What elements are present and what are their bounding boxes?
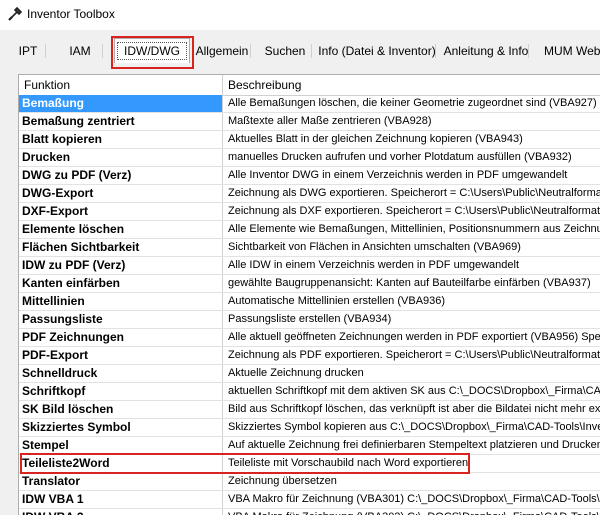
table-row[interactable]: Teileliste2Word Teileliste mit Vorschaubi… [19, 455, 600, 473]
function-grid: Funktion Beschreibung Bemaßung Alle Bemaß… [18, 74, 600, 515]
function-description-cell[interactable]: Alle Inventor DWG in einem Verzeichnis w… [223, 167, 600, 184]
function-name-cell[interactable]: Bemaßung [19, 95, 223, 112]
tab-idw-dwg[interactable]: IDW/DWG [114, 38, 190, 63]
function-name-cell[interactable]: Mittellinien [19, 293, 223, 310]
table-row[interactable]: IDW VBA 1 VBA Makro für Zeichnung (VBA301… [19, 491, 600, 509]
table-row[interactable]: Schnelldruck Aktuelle Zeichnung drucken [19, 365, 600, 383]
function-name-cell[interactable]: Stempel [19, 437, 223, 454]
function-description-cell[interactable]: Zeichnung als DWG exportieren. Speichero… [223, 185, 600, 202]
table-row[interactable]: DXF-Export Zeichnung als DXF exportieren.… [19, 203, 600, 221]
column-header-beschreibung[interactable]: Beschreibung [223, 75, 600, 95]
tab-anleitung[interactable]: Anleitung & Info [443, 41, 529, 61]
toolbox-icon [8, 7, 22, 21]
function-description-cell[interactable]: Maßtexte aller Maße zentrieren (VBA928) [223, 113, 600, 130]
function-description-cell[interactable]: Zeichnung als DXF exportieren. Speichero… [223, 203, 600, 220]
function-description-cell[interactable]: Alle Elemente wie Bemaßungen, Mittellini… [223, 221, 600, 238]
table-row[interactable]: SK Bild löschen Bild aus Schriftkopf lösc… [19, 401, 600, 419]
function-description-cell[interactable]: Automatische Mittellinien erstellen (VBA… [223, 293, 600, 310]
function-name-cell[interactable]: Flächen Sichtbarkeit [19, 239, 223, 256]
table-row[interactable]: Blatt kopieren Aktuelles Blatt in der gle… [19, 131, 600, 149]
table-row[interactable]: Schriftkopf aktuellen Schriftkopf mit dem… [19, 383, 600, 401]
table-row[interactable]: Bemaßung zentriert Maßtexte aller Maße ze… [19, 113, 600, 131]
table-row[interactable]: Elemente löschen Alle Elemente wie Bemaßu… [19, 221, 600, 239]
function-name-cell[interactable]: IDW VBA 2 [19, 509, 223, 515]
function-description-cell[interactable]: Zeichnung übersetzen [223, 473, 600, 490]
function-name-cell[interactable]: Passungsliste [19, 311, 223, 328]
function-name-cell[interactable]: PDF-Export [19, 347, 223, 364]
function-name-cell[interactable]: Teileliste2Word [19, 455, 223, 472]
table-row[interactable]: Passungsliste Passungsliste erstellen (VB… [19, 311, 600, 329]
grid-header: Funktion Beschreibung [19, 75, 600, 96]
function-name-cell[interactable]: PDF Zeichnungen [19, 329, 223, 346]
function-description-cell[interactable]: Alle IDW in einem Verzeichnis werden in … [223, 257, 600, 274]
function-name-cell[interactable]: Schriftkopf [19, 383, 223, 400]
window-title: Inventor Toolbox [27, 7, 115, 21]
function-name-cell[interactable]: SK Bild löschen [19, 401, 223, 418]
function-name-cell[interactable]: Bemaßung zentriert [19, 113, 223, 130]
function-description-cell[interactable]: Alle aktuell geöffneten Zeichnungen werd… [223, 329, 600, 346]
function-description-cell[interactable]: gewählte Baugruppenansicht: Kanten auf B… [223, 275, 600, 292]
table-row[interactable]: Flächen Sichtbarkeit Sichtbarkeit von Flä… [19, 239, 600, 257]
table-row[interactable]: Bemaßung Alle Bemaßungen löschen, die kei… [19, 95, 600, 113]
function-name-cell[interactable]: DWG zu PDF (Verz) [19, 167, 223, 184]
tab-suchen[interactable]: Suchen [258, 41, 312, 61]
tab-iam[interactable]: IAM [57, 41, 103, 61]
function-description-cell[interactable]: VBA Makro für Zeichnung (VBA301) C:\_DOC… [223, 491, 600, 508]
table-row[interactable]: DWG zu PDF (Verz) Alle Inventor DWG in ei… [19, 167, 600, 185]
column-header-funktion[interactable]: Funktion [19, 75, 223, 95]
function-name-cell[interactable]: DXF-Export [19, 203, 223, 220]
tab-info[interactable]: Info (Datei & Inventor) [318, 41, 436, 61]
function-description-cell[interactable]: Aktuelle Zeichnung drucken [223, 365, 600, 382]
function-name-cell[interactable]: Elemente löschen [19, 221, 223, 238]
table-row[interactable]: Stempel Auf aktuelle Zeichnung frei defin… [19, 437, 600, 455]
table-row[interactable]: Skizziertes Symbol Skizziertes Symbol kop… [19, 419, 600, 437]
table-row[interactable]: PDF Zeichnungen Alle aktuell geöffneten Z… [19, 329, 600, 347]
function-description-cell[interactable]: Passungsliste erstellen (VBA934) [223, 311, 600, 328]
function-description-cell[interactable]: Bild aus Schriftkopf löschen, das verknü… [223, 401, 600, 418]
tab-allgemein[interactable]: Allgemein [193, 41, 251, 61]
function-description-cell[interactable]: Aktuelles Blatt in der gleichen Zeichnun… [223, 131, 600, 148]
function-name-cell[interactable]: Kanten einfärben [19, 275, 223, 292]
tab-ipt[interactable]: IPT [10, 41, 46, 61]
function-name-cell[interactable]: IDW VBA 1 [19, 491, 223, 508]
function-description-cell[interactable]: aktuellen Schriftkopf mit dem aktiven SK… [223, 383, 600, 400]
table-row[interactable]: IDW VBA 2VBA Makro für Zeichnung (VBA302… [19, 509, 600, 515]
title-bar: Inventor Toolbox [0, 0, 600, 30]
function-name-cell[interactable]: Translator [19, 473, 223, 490]
table-row[interactable]: IDW zu PDF (Verz) Alle IDW in einem Verze… [19, 257, 600, 275]
table-row[interactable]: PDF-Export Zeichnung als PDF exportieren.… [19, 347, 600, 365]
tab-strip: IPT IAM IDW/DWG Allgemein Suchen Info (D… [0, 30, 600, 68]
table-row[interactable]: DWG-Export Zeichnung als DWG exportieren.… [19, 185, 600, 203]
table-row[interactable]: Kanten einfärben gewählte Baugruppenansic… [19, 275, 600, 293]
function-description-cell[interactable]: manuelles Drucken aufrufen und vorher Pl… [223, 149, 600, 166]
function-description-cell[interactable]: Auf aktuelle Zeichnung frei definierbare… [223, 437, 600, 454]
function-description-cell[interactable]: Teileliste mit Vorschaubild nach Word ex… [223, 455, 600, 472]
function-description-cell[interactable]: Zeichnung als PDF exportieren. Speichero… [223, 347, 600, 364]
function-description-cell[interactable]: Sichtbarkeit von Flächen in Ansichten um… [223, 239, 600, 256]
function-description-cell[interactable]: VBA Makro für Zeichnung (VBA302) C:\_DOC… [223, 509, 600, 515]
function-description-cell[interactable]: Skizziertes Symbol kopieren aus C:\_DOCS… [223, 419, 600, 436]
table-row[interactable]: Drucken manuelles Drucken aufrufen und vo… [19, 149, 600, 167]
function-name-cell[interactable]: Drucken [19, 149, 223, 166]
function-description-cell[interactable]: Alle Bemaßungen löschen, die keiner Geom… [223, 95, 600, 112]
function-name-cell[interactable]: IDW zu PDF (Verz) [19, 257, 223, 274]
function-name-cell[interactable]: DWG-Export [19, 185, 223, 202]
function-name-cell[interactable]: Skizziertes Symbol [19, 419, 223, 436]
tab-mum-web[interactable]: MUM Web [538, 41, 600, 61]
table-row[interactable]: Translator Zeichnung übersetzen [19, 473, 600, 491]
table-row[interactable]: Mittellinien Automatische Mittellinien er… [19, 293, 600, 311]
function-name-cell[interactable]: Blatt kopieren [19, 131, 223, 148]
function-name-cell[interactable]: Schnelldruck [19, 365, 223, 382]
